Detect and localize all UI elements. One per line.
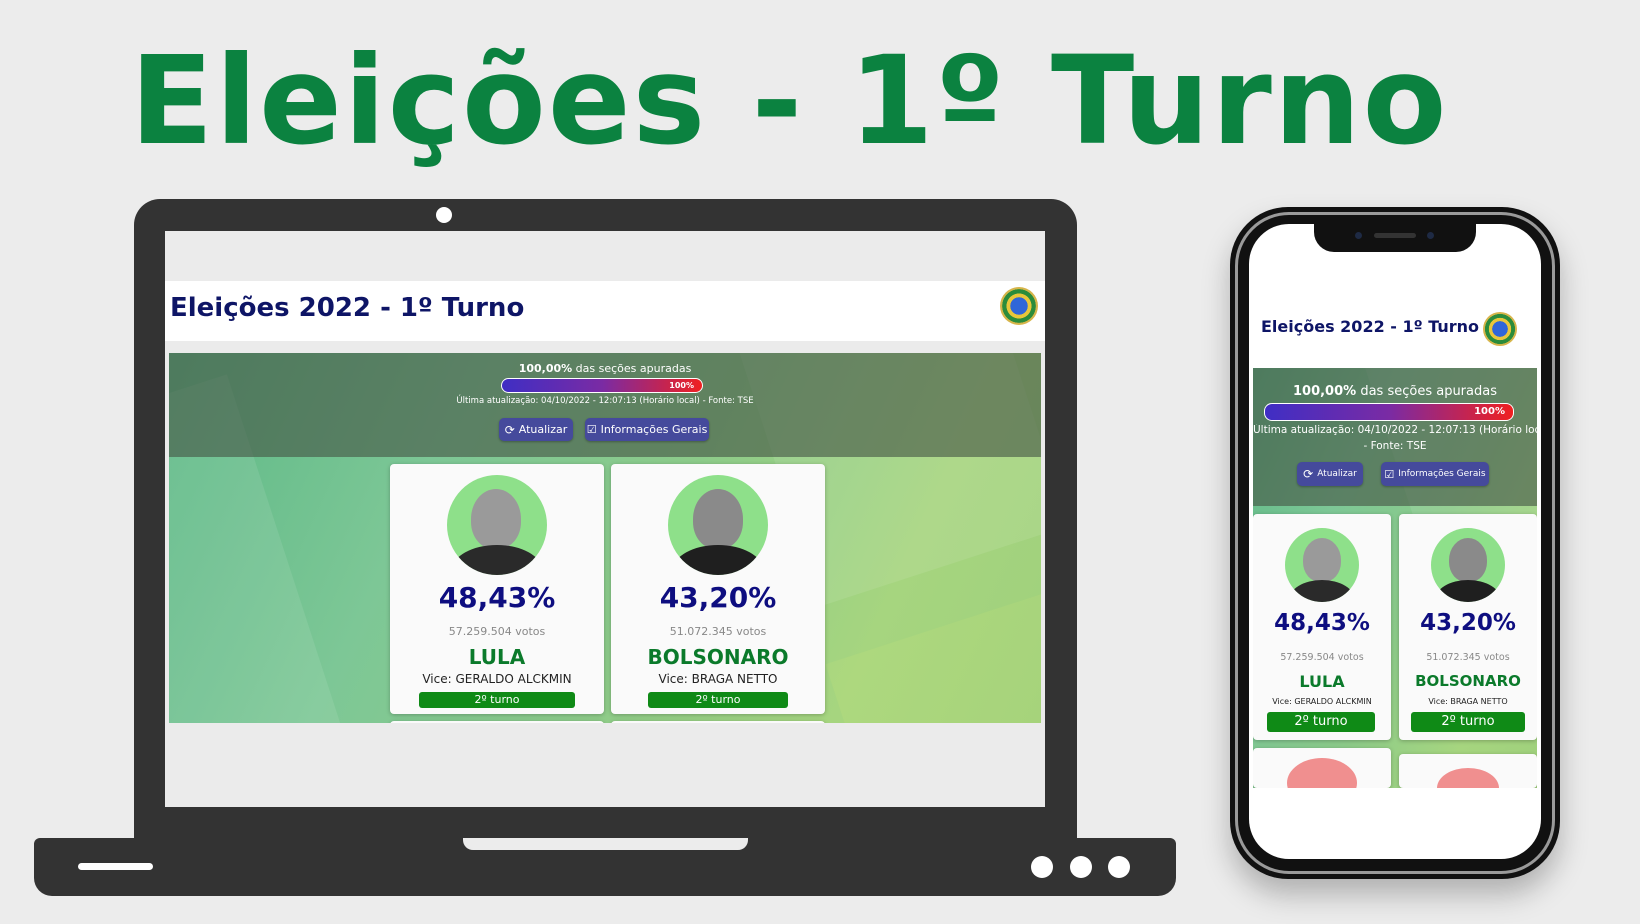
candidate-votes: 57.259.504 votos — [1280, 652, 1364, 663]
candidate-percent: 43,20% — [1420, 610, 1516, 636]
last-update-text: Última atualização: 04/10/2022 - 12:07:1… — [456, 396, 754, 406]
last-update-text-cont: - Fonte: TSE — [1363, 440, 1427, 452]
candidate-photo-lula — [447, 475, 547, 575]
page-headline: Eleições - 1º Turno — [130, 30, 1449, 172]
candidate-card-partial — [390, 721, 604, 723]
candidate-name: LULA — [1299, 672, 1345, 691]
candidate-vice: Vice: BRAGA NETTO — [658, 672, 778, 686]
second-round-badge: 2º turno — [648, 692, 788, 708]
laptop-trackpad-notch — [463, 838, 748, 850]
candidate-card-lula: 48,43% 57.259.504 votos LULA Vice: GERAL… — [1253, 514, 1391, 740]
informacoes-gerais-button[interactable]: ☑ Informações Gerais — [585, 418, 709, 441]
laptop-camera — [436, 207, 452, 223]
candidate-percent: 43,20% — [659, 581, 777, 614]
candidate-vice: Vice: BRAGA NETTO — [1428, 697, 1508, 706]
candidate-photo-bolsonaro — [668, 475, 768, 575]
apuracao-progress-bar: 100% — [501, 378, 703, 393]
candidate-photo-partial — [1437, 768, 1499, 788]
phone-front-camera — [1355, 232, 1362, 239]
ballot-box-icon: ☑ — [586, 423, 597, 436]
candidate-votes: 51.072.345 votos — [669, 625, 767, 638]
apuracao-panel: 100,00% das seções apuradas 100% Última … — [1253, 368, 1537, 506]
candidate-percent: 48,43% — [438, 581, 556, 614]
candidate-photo-partial — [1287, 758, 1357, 788]
informacoes-gerais-button[interactable]: ☑ Informações Gerais — [1381, 462, 1489, 486]
candidate-vice: Vice: GERALDO ALCKMIN — [1272, 697, 1372, 706]
apuracao-panel: 100,00% das seções apuradas 100% Última … — [169, 353, 1041, 457]
second-round-badge: 2º turno — [1267, 712, 1375, 732]
laptop-base-line — [78, 863, 153, 870]
refresh-icon: ⟳ — [504, 422, 515, 437]
candidate-card-partial — [1399, 754, 1537, 788]
laptop-base-dot — [1108, 856, 1130, 878]
brazil-coat-of-arms-icon — [1000, 287, 1038, 325]
candidate-card-lula: 48,43% 57.259.504 votos LULA Vice: GERAL… — [390, 464, 604, 714]
candidate-card-partial — [611, 721, 825, 723]
candidate-name: BOLSONARO — [647, 645, 789, 669]
results-background: 100,00% das seções apuradas 100% Última … — [1253, 368, 1537, 788]
app-header: Eleições 2022 - 1º Turno — [165, 281, 1045, 341]
progress-label: 100% — [1474, 406, 1505, 417]
candidate-card-bolsonaro: 43,20% 51.072.345 votos BOLSONARO Vice: … — [611, 464, 825, 714]
results-background: 100,00% das seções apuradas 100% Última … — [169, 353, 1041, 723]
ballot-box-icon: ☑ — [1384, 467, 1395, 481]
atualizar-button[interactable]: ⟳ Atualizar — [1297, 462, 1363, 486]
apuracao-status: 100,00% das seções apuradas — [518, 362, 692, 375]
brazil-coat-of-arms-icon — [1483, 312, 1517, 346]
apuracao-status: 100,00% das seções apuradas — [1292, 384, 1497, 399]
app-title: Eleições 2022 - 1º Turno — [1261, 317, 1480, 336]
apuracao-progress-bar: 100% — [1264, 403, 1514, 421]
candidate-vice: Vice: GERALDO ALCKMIN — [422, 672, 572, 686]
app-header: Eleições 2022 - 1º Turno — [1249, 296, 1541, 356]
candidate-votes: 51.072.345 votos — [1426, 652, 1510, 663]
laptop-base-dot — [1031, 856, 1053, 878]
candidate-card-bolsonaro: 43,20% 51.072.345 votos BOLSONARO Vice: … — [1399, 514, 1537, 740]
second-round-badge: 2º turno — [419, 692, 575, 708]
laptop-screen: Eleições 2022 - 1º Turno 100,00% das seç… — [165, 231, 1045, 807]
laptop-base-dot — [1070, 856, 1092, 878]
last-update-text: Última atualização: 04/10/2022 - 12:07:1… — [1253, 424, 1537, 436]
candidate-photo-lula — [1285, 528, 1359, 602]
second-round-badge: 2º turno — [1411, 712, 1525, 732]
progress-label: 100% — [669, 381, 694, 390]
refresh-icon: ⟳ — [1303, 467, 1314, 481]
candidate-name: LULA — [468, 645, 526, 669]
phone-notch — [1314, 224, 1476, 252]
candidate-card-partial — [1253, 748, 1391, 788]
candidate-percent: 48,43% — [1274, 610, 1370, 636]
phone-sensor — [1427, 232, 1434, 239]
candidate-name: BOLSONARO — [1415, 672, 1521, 690]
phone-speaker — [1374, 233, 1416, 238]
phone-screen: Eleições 2022 - 1º Turno 100,00% das seç… — [1249, 224, 1541, 859]
candidate-votes: 57.259.504 votos — [448, 625, 546, 638]
atualizar-button[interactable]: ⟳ Atualizar — [499, 418, 573, 441]
candidate-photo-bolsonaro — [1431, 528, 1505, 602]
app-title: Eleições 2022 - 1º Turno — [170, 293, 525, 323]
